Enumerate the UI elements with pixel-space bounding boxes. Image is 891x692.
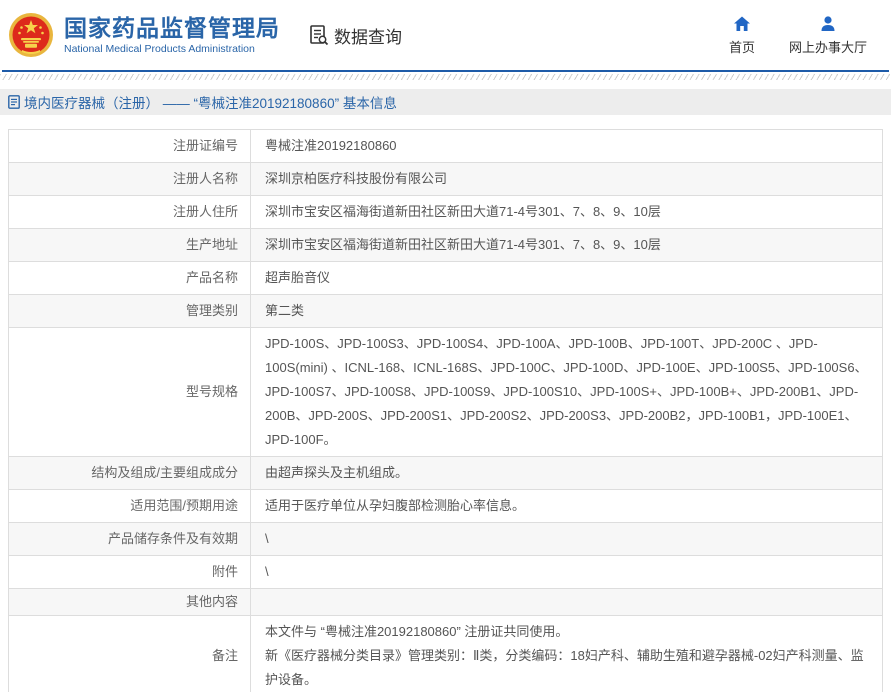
row-value-line: 新《医疗器械分类目录》管理类别：Ⅱ类，分类编码：18妇产科、辅助生殖和避孕器械-… [265,644,868,692]
logo-text: 国家药品监督管理局 National Medical Products Admi… [64,15,280,55]
breadcrumb: 境内医疗器械（注册） —— “粤械注准20192180860” 基本信息 [24,92,397,112]
table-row: 适用范围/预期用途适用于医疗单位从孕妇腹部检测胎心率信息。 [9,490,882,523]
table-row: 产品储存条件及有效期\ [9,523,882,556]
agency-title: 国家药品监督管理局 [64,15,280,41]
row-value: 本文件与 “粤械注准20192180860” 注册证共同使用。新《医疗器械分类目… [251,616,882,692]
nav-service-hall-label: 网上办事大厅 [789,37,867,56]
page-header: 国家药品监督管理局 National Medical Products Admi… [0,0,891,70]
row-value: 深圳京柏医疗科技股份有限公司 [251,163,882,195]
table-row: 型号规格JPD-100S、JPD-100S3、JPD-100S4、JPD-100… [9,328,882,457]
agency-subtitle: National Medical Products Administration [64,43,280,55]
nav-home-label: 首页 [729,37,755,56]
row-value: 粤械注准20192180860 [251,130,882,162]
row-value [251,598,882,606]
top-nav: 首页 网上办事大厅 [729,15,867,56]
row-label: 注册人名称 [9,163,251,195]
page-icon [8,95,20,109]
header-rule [2,70,889,72]
row-label: 生产地址 [9,229,251,261]
row-value: 第二类 [251,295,882,327]
row-label: 附件 [9,556,251,588]
row-value: \ [251,556,882,588]
nav-service-hall[interactable]: 网上办事大厅 [789,15,867,56]
data-query-entry[interactable]: 数据查询 [308,23,402,48]
row-label: 管理类别 [9,295,251,327]
national-emblem-icon [8,12,54,58]
row-value: 深圳市宝安区福海街道新田社区新田大道71-4号301、7、8、9、10层 [251,196,882,228]
row-label: 备注 [9,616,251,692]
table-row: 备注本文件与 “粤械注准20192180860” 注册证共同使用。新《医疗器械分… [9,616,882,692]
row-value-line: 本文件与 “粤械注准20192180860” 注册证共同使用。 [265,620,868,644]
row-label: 型号规格 [9,328,251,456]
row-value: \ [251,523,882,555]
row-label: 其他内容 [9,589,251,615]
home-icon [733,15,751,33]
table-row: 结构及组成/主要组成成分由超声探头及主机组成。 [9,457,882,490]
row-value: 适用于医疗单位从孕妇腹部检测胎心率信息。 [251,490,882,522]
breadcrumb-bar: 境内医疗器械（注册） —— “粤械注准20192180860” 基本信息 [0,89,891,115]
row-label: 产品储存条件及有效期 [9,523,251,555]
header-hatch-divider [0,74,891,80]
document-search-icon [308,24,330,46]
person-icon [819,15,837,33]
info-table: 注册证编号粤械注准20192180860注册人名称深圳京柏医疗科技股份有限公司注… [8,129,883,692]
row-value: 超声胎音仪 [251,262,882,294]
table-row: 生产地址深圳市宝安区福海街道新田社区新田大道71-4号301、7、8、9、10层 [9,229,882,262]
row-label: 注册证编号 [9,130,251,162]
row-value: 深圳市宝安区福海街道新田社区新田大道71-4号301、7、8、9、10层 [251,229,882,261]
table-row: 管理类别第二类 [9,295,882,328]
nmpa-logo: 国家药品监督管理局 National Medical Products Admi… [8,12,280,58]
row-label: 结构及组成/主要组成成分 [9,457,251,489]
table-row: 其他内容 [9,589,882,616]
table-row: 产品名称超声胎音仪 [9,262,882,295]
data-query-label: 数据查询 [334,23,402,48]
row-label: 注册人住所 [9,196,251,228]
nav-home[interactable]: 首页 [729,15,755,56]
table-row: 注册人名称深圳京柏医疗科技股份有限公司 [9,163,882,196]
row-label: 适用范围/预期用途 [9,490,251,522]
row-value: 由超声探头及主机组成。 [251,457,882,489]
table-row: 附件\ [9,556,882,589]
table-row: 注册人住所深圳市宝安区福海街道新田社区新田大道71-4号301、7、8、9、10… [9,196,882,229]
row-label: 产品名称 [9,262,251,294]
row-value: JPD-100S、JPD-100S3、JPD-100S4、JPD-100A、JP… [251,328,882,456]
table-row: 注册证编号粤械注准20192180860 [9,130,882,163]
